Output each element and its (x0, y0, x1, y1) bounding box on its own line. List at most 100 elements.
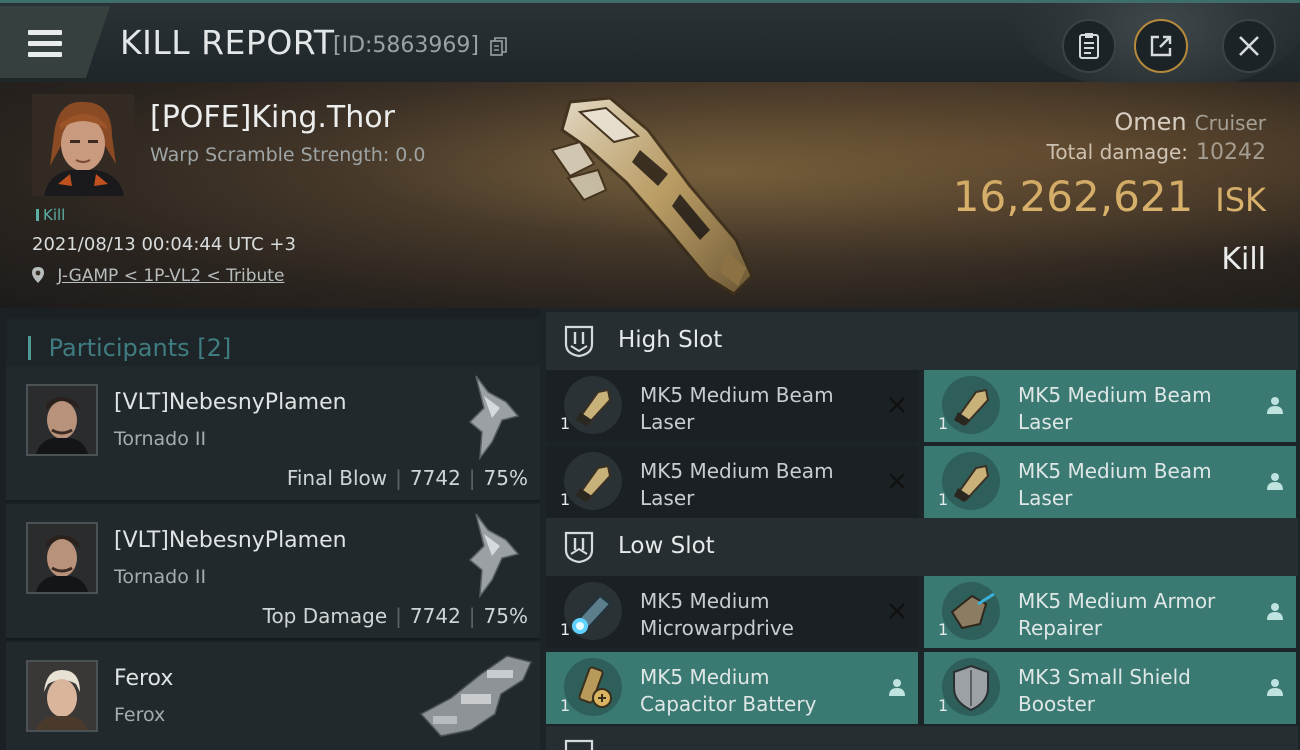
participant-name[interactable]: [VLT]NebesnyPlamen (114, 528, 347, 553)
destroyed-icon (889, 397, 905, 413)
participant-stats: Final Blow | 7742 | 75% (286, 466, 528, 490)
isk-unit: ISK (1215, 181, 1266, 219)
high-slot-icon (564, 325, 594, 358)
pilot-portrait-icon (28, 662, 96, 730)
location-link[interactable]: J-GAMP < 1P-VL2 < Tribute (57, 266, 284, 286)
module-name: MK5 Medium Beam Laser (1018, 459, 1212, 510)
module-item[interactable]: 1 MK5 Medium Microwarpdrive (546, 576, 918, 648)
beam-laser-icon (942, 376, 1000, 434)
pilot-portrait-icon (28, 524, 96, 592)
participant-ship: Tornado II (114, 566, 207, 588)
victim-panel: [POFE]King.Thor Warp Scramble Strength: … (0, 82, 1300, 308)
participants-header: Participants [2] (6, 318, 540, 372)
participant-percent: 75% (483, 466, 528, 490)
close-button[interactable] (1222, 19, 1276, 73)
module-name: MK5 Medium Capacitor Battery (640, 665, 817, 716)
victim-name[interactable]: [POFE]King.Thor (150, 100, 395, 135)
header-bar: KILL REPORT [ID:5863969] (0, 0, 1300, 85)
victim-ship: Omen Cruiser (1114, 108, 1266, 136)
module-qty: 1 (560, 696, 571, 715)
participant-name[interactable]: [VLT]NebesnyPlamen (114, 390, 347, 415)
low-slot-title: Low Slot (618, 533, 715, 559)
module-item[interactable]: 1 MK5 Medium Beam Laser (546, 370, 918, 442)
total-damage-label: Total damage: (1046, 140, 1189, 164)
kill-result: Kill (1221, 242, 1266, 277)
kill-tag: Kill (36, 206, 65, 224)
module-item[interactable]: 1 MK5 Medium Capacitor Battery (546, 652, 918, 724)
beam-laser-icon (942, 452, 1000, 510)
armor-repairer-icon (942, 582, 1000, 640)
low-slot-icon (564, 531, 594, 564)
pilot-portrait-icon (32, 94, 134, 196)
copy-icon[interactable] (490, 37, 508, 57)
participant-name[interactable]: Ferox (114, 666, 173, 691)
module-name: MK5 Medium Beam Laser (640, 459, 834, 510)
module-name: MK5 Medium Beam Laser (640, 383, 834, 434)
module-qty: 1 (938, 490, 949, 509)
next-slot-header (546, 726, 1298, 750)
module-qty: 1 (560, 620, 571, 639)
ship-class: Cruiser (1194, 111, 1266, 135)
pilot-portrait-icon (28, 386, 96, 454)
module-qty: 1 (938, 696, 949, 715)
isk-value: 16,262,621 ISK (953, 172, 1266, 221)
report-id: [ID:5863969] (333, 33, 479, 58)
participant-damage: 7742 (409, 466, 461, 490)
share-button[interactable] (1134, 19, 1188, 73)
tornado-ship-icon (468, 513, 520, 599)
module-name: MK5 Medium Microwarpdrive (640, 589, 794, 640)
slot-icon (564, 739, 594, 750)
fitting-panel: High Slot 1 MK5 Medium Beam Laser 1 MK5 … (540, 308, 1300, 750)
kill-location[interactable]: J-GAMP < 1P-VL2 < Tribute (32, 266, 284, 286)
share-icon (1150, 35, 1172, 57)
module-qty: 1 (938, 620, 949, 639)
module-qty: 1 (560, 490, 571, 509)
avatar (26, 522, 98, 594)
capacitor-battery-icon (564, 658, 622, 716)
total-damage-value: 10242 (1196, 140, 1266, 165)
shield-booster-icon (942, 658, 1000, 716)
beam-laser-icon (564, 376, 622, 434)
person-icon (1267, 473, 1283, 490)
module-name: MK5 Medium Armor Repairer (1018, 589, 1216, 640)
close-icon (1239, 36, 1259, 56)
hamburger-menu-icon (28, 30, 62, 35)
total-damage: Total damage: 10242 (1047, 140, 1267, 165)
ship-name: Omen (1114, 108, 1187, 136)
location-pin-icon (32, 267, 44, 283)
page-title: KILL REPORT (120, 23, 335, 62)
avatar (26, 384, 98, 456)
participant-row[interactable]: Ferox Ferox (6, 642, 540, 750)
participant-ship: Tornado II (114, 428, 207, 450)
module-item[interactable]: 1 MK5 Medium Armor Repairer (924, 576, 1296, 648)
module-item[interactable]: 1 MK5 Medium Beam Laser (546, 446, 918, 518)
module-item[interactable]: 1 MK3 Small Shield Booster (924, 652, 1296, 724)
module-name: MK3 Small Shield Booster (1018, 665, 1191, 716)
participant-role: Final Blow (286, 466, 388, 490)
destroyed-icon (889, 473, 905, 489)
menu-button[interactable] (0, 6, 110, 78)
module-qty: 1 (938, 414, 949, 433)
high-slot-title: High Slot (618, 327, 723, 353)
participant-row[interactable]: [VLT]NebesnyPlamen Tornado II Final Blow… (6, 366, 540, 502)
isk-amount: 16,262,621 (952, 172, 1194, 221)
participants-count: [2] (197, 334, 232, 362)
participant-row[interactable]: [VLT]NebesnyPlamen Tornado II Top Damage… (6, 504, 540, 640)
module-item[interactable]: 1 MK5 Medium Beam Laser (924, 446, 1296, 518)
tornado-ship-icon (468, 375, 520, 461)
participant-damage: 7742 (409, 604, 461, 628)
victim-ship-render (550, 96, 754, 296)
clipboard-icon (1079, 33, 1099, 59)
module-item[interactable]: 1 MK5 Medium Beam Laser (924, 370, 1296, 442)
kill-datetime: 2021/08/13 00:04:44 UTC +3 (32, 234, 296, 255)
participants-panel: Participants [2] [VLT]NebesnyPlamen Torn… (0, 308, 540, 750)
person-icon (1267, 679, 1283, 696)
person-icon (889, 679, 905, 696)
person-icon (1267, 397, 1283, 414)
participant-role: Top Damage (262, 604, 388, 628)
victim-avatar[interactable] (32, 94, 134, 196)
beam-laser-icon (564, 452, 622, 510)
participant-stats: Top Damage | 7742 | 75% (262, 604, 528, 628)
clipboard-button[interactable] (1062, 19, 1116, 73)
participant-percent: 75% (483, 604, 528, 628)
